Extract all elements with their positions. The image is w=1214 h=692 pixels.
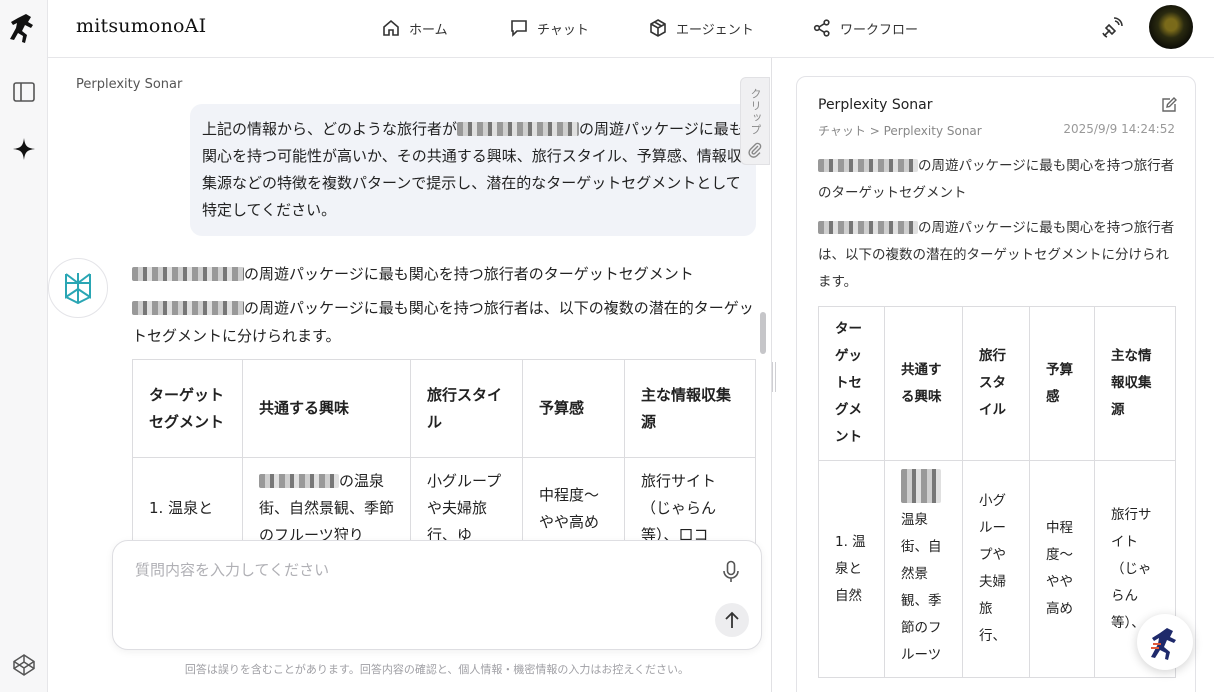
redacted-text	[132, 301, 244, 315]
nav-home[interactable]: ホーム	[381, 16, 448, 40]
app-root: mitsumonoAI ホーム チャット エージェント ワークフロー Perpl…	[0, 0, 1214, 692]
table-header: 主な情報収集源	[1094, 306, 1176, 461]
panel-title: Perplexity Sonar	[818, 97, 933, 113]
nav-workflow[interactable]: ワークフロー	[812, 16, 918, 40]
table-header-row: ターゲットセグメント 共通する興味 旅行スタイル 予算感 主な情報収集源	[818, 306, 1176, 461]
assistant-avatar	[48, 258, 108, 318]
table-header: 予算感	[522, 359, 625, 458]
model-label: Perplexity Sonar	[76, 77, 183, 92]
table-header-row: ターゲットセグメント 共通する興味 旅行スタイル 予算感 主な情報収集源	[132, 359, 756, 458]
paperclip-icon	[748, 142, 762, 158]
message-composer	[112, 540, 762, 650]
runner-logo-icon[interactable]	[10, 14, 38, 43]
redacted-text	[901, 469, 941, 503]
arrow-up-icon	[725, 611, 739, 628]
edit-button[interactable]	[1159, 95, 1179, 115]
clip-label: クリップ	[749, 88, 762, 136]
nav-agent[interactable]: エージェント	[648, 16, 754, 40]
table-header: 予算感	[1029, 306, 1095, 461]
message-input[interactable]	[135, 559, 695, 599]
redacted-text	[818, 221, 918, 234]
nav-agent-label: エージェント	[676, 22, 754, 38]
chat-scrollbar[interactable]	[760, 312, 766, 354]
top-header: mitsumonoAI ホーム チャット エージェント ワークフロー	[48, 0, 1214, 58]
table-cell: 中程度〜やや高め	[1029, 460, 1095, 678]
panel-content: の周遊パッケージに最も関心を持つ旅行者のターゲットセグメント の周遊パッケージに…	[818, 153, 1178, 304]
answer-heading: の周遊パッケージに最も関心を持つ旅行者のターゲットセグメント	[244, 265, 694, 283]
answer-intro-line: の周遊パッケージに最も関心を持つ旅行者は、以下の複数の潜在的ターゲットセグメント…	[132, 294, 758, 350]
share-nodes-icon	[813, 19, 830, 37]
send-button[interactable]	[715, 603, 749, 637]
user-avatar[interactable]	[1149, 5, 1193, 49]
redacted-text	[259, 474, 339, 488]
table-header: ターゲットセグメント	[132, 359, 243, 458]
redacted-text	[457, 122, 580, 136]
brand-name[interactable]: mitsumonoAI	[76, 15, 206, 37]
clip-tab[interactable]: クリップ	[740, 77, 770, 165]
panel-intro-line: の周遊パッケージに最も関心を持つ旅行者は、以下の複数の潜在的ターゲットセグメント…	[818, 215, 1178, 296]
satellite-icon[interactable]	[1098, 14, 1126, 42]
nav-chat[interactable]: チャット	[509, 16, 589, 40]
perplexity-logo-icon	[65, 273, 91, 305]
nav-workflow-label: ワークフロー	[840, 22, 919, 38]
table-header: 主な情報収集源	[624, 359, 756, 458]
segment-table: ターゲットセグメント 共通する興味 旅行スタイル 予算感 主な情報収集源 1. …	[132, 359, 756, 560]
panel-segment-table: ターゲットセグメント 共通する興味 旅行スタイル 予算感 主な情報収集源 1. …	[818, 306, 1176, 678]
clip-panel: Perplexity Sonar チャット > Perplexity Sonar…	[796, 76, 1196, 692]
cube-icon	[650, 19, 666, 37]
table-row: 1. 温泉と自然 温泉街、自然景観、季節のフルーツ 小グループや夫婦旅行、 中程…	[818, 460, 1176, 678]
nav-chat-label: チャット	[537, 22, 589, 38]
home-icon	[383, 19, 399, 36]
table-cell: 小グループや夫婦旅行、	[962, 460, 1030, 678]
edit-icon	[1162, 97, 1177, 112]
redacted-text	[818, 159, 918, 172]
table-header: ターゲットセグメント	[818, 306, 885, 461]
table-header: 共通する興味	[242, 359, 411, 458]
user-message-prefix: 上記の情報から、どのような旅行者が	[202, 120, 458, 138]
table-cell: 温泉街、自然景観、季節のフルーツ	[884, 460, 963, 678]
disclaimer: 回答は誤りを含むことがあります。回答内容の確認と、個人情報・機密情報の入力はお控…	[184, 663, 690, 676]
assistant-answer: の周遊パッケージに最も関心を持つ旅行者のターゲットセグメント の周遊パッケージに…	[132, 260, 758, 356]
nav-home-label: ホーム	[409, 22, 448, 38]
splitter-grip[interactable]	[772, 362, 776, 392]
mic-button[interactable]	[719, 559, 743, 585]
redacted-text	[132, 267, 244, 281]
left-rail	[0, 0, 48, 692]
user-message: 上記の情報から、どのような旅行者が の周遊パッケージに最も関心を持つ可能性が高いか…	[190, 104, 756, 236]
codepen-icon[interactable]	[10, 651, 38, 679]
chat-icon	[511, 20, 527, 37]
sparkle-icon[interactable]	[10, 135, 38, 163]
answer-heading-line: の周遊パッケージに最も関心を持つ旅行者のターゲットセグメント	[132, 260, 758, 288]
panel-breadcrumb: チャット > Perplexity Sonar	[818, 124, 982, 138]
table-header: 共通する興味	[884, 306, 963, 461]
table-cell: 1. 温泉と自然	[818, 460, 885, 678]
panel-timestamp: 2025/9/9 14:24:52	[1063, 122, 1175, 136]
table-header: 旅行スタイル	[962, 306, 1030, 461]
microphone-icon	[723, 560, 739, 582]
table-cell-text: 温泉街、自然景観、季節のフルーツ	[901, 512, 942, 663]
chat-area: Perplexity Sonar 上記の情報から、どのような旅行者が の周遊パッケ…	[48, 58, 772, 692]
sidebar-toggle-icon[interactable]	[10, 78, 38, 106]
panel-heading-line: の周遊パッケージに最も関心を持つ旅行者のターゲットセグメント	[818, 153, 1178, 207]
table-header: 旅行スタイル	[410, 359, 523, 458]
assistant-fab[interactable]	[1137, 614, 1193, 670]
runner-mascot-icon	[1151, 628, 1176, 660]
